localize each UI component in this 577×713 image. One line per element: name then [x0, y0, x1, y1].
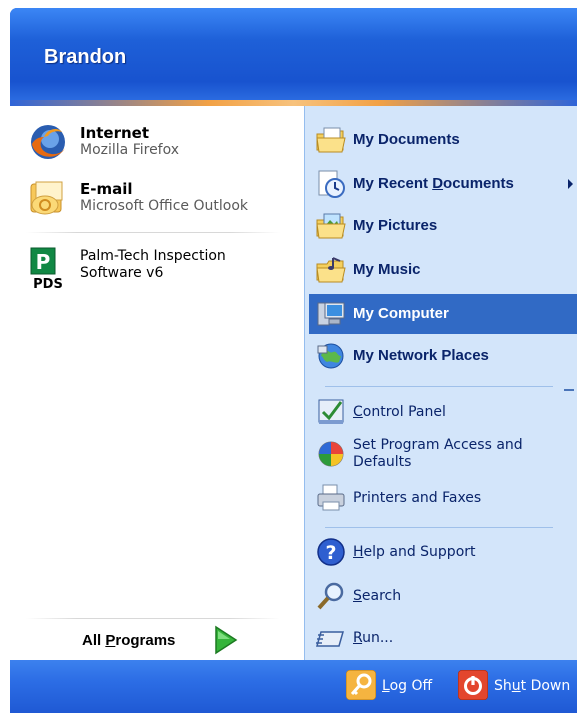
- place-my-pictures[interactable]: My Pictures: [309, 206, 577, 246]
- outlook-icon: [30, 181, 63, 215]
- pinned-item-email[interactable]: E-mail Microsoft Office Outlook: [20, 174, 300, 224]
- submenu-arrow-icon: [568, 179, 573, 189]
- green-arrow-icon: [215, 625, 238, 655]
- place-my-music[interactable]: My Music: [309, 250, 577, 290]
- setting-label: Printers and Faxes: [353, 490, 482, 506]
- power-icon: [458, 670, 488, 700]
- key-icon: [346, 670, 376, 700]
- recent-documents-icon: [318, 170, 345, 198]
- my-pictures-icon: [316, 213, 346, 239]
- pinned-subtitle: Mozilla Firefox: [80, 142, 180, 158]
- setting-label: Set Program Access and Defaults: [353, 437, 523, 470]
- my-music-icon: [316, 257, 346, 283]
- setting-program-access[interactable]: Set Program Access and Defaults: [309, 434, 577, 474]
- place-label: My Computer: [353, 305, 449, 322]
- place-my-recent-documents[interactable]: My Recent Documents: [309, 164, 577, 204]
- places-pane: My Documents My Recent Documents My Pict…: [304, 106, 577, 660]
- control-panel-icon: [318, 399, 344, 424]
- pane-edge-mark: [564, 389, 574, 391]
- place-label: My Music: [353, 261, 421, 278]
- run-label: Run...: [353, 630, 394, 646]
- pinned-separator: [26, 232, 280, 233]
- start-menu-header: Brandon: [10, 8, 577, 100]
- help-icon: ?: [317, 538, 345, 566]
- palmtech-icon-text: PDS: [33, 277, 63, 290]
- setting-control-panel[interactable]: Control Panel: [309, 392, 577, 432]
- pinned-subtitle: Microsoft Office Outlook: [80, 198, 248, 214]
- start-menu: Brandon Internet Mozilla Firefox E-mail …: [10, 8, 577, 713]
- printer-icon: [317, 484, 345, 511]
- programs-pane: Internet Mozilla Firefox E-mail Microsof…: [10, 106, 304, 660]
- user-name: Brandon: [44, 46, 127, 68]
- place-label: My Network Places: [353, 347, 489, 364]
- search[interactable]: Search: [309, 576, 577, 616]
- recent-line1: Palm-Tech Inspection: [80, 248, 226, 264]
- pinned-title: E-mail: [80, 180, 133, 198]
- all-programs-label: All Programs: [82, 632, 176, 649]
- palmtech-icon: P PDS: [28, 246, 68, 292]
- place-label: My Pictures: [353, 217, 438, 234]
- place-my-documents[interactable]: My Documents: [309, 120, 577, 160]
- network-places-icon: [317, 343, 344, 369]
- svg-text:P: P: [36, 250, 51, 274]
- my-computer-icon: [317, 302, 345, 326]
- log-off-label: Log Off: [382, 678, 433, 694]
- svg-text:?: ?: [325, 542, 336, 564]
- program-access-icon: [318, 441, 344, 467]
- firefox-icon: [31, 125, 65, 159]
- recent-line2: Software v6: [80, 265, 164, 281]
- run-icon: [316, 631, 344, 647]
- setting-label: Control Panel: [353, 404, 446, 420]
- search-icon: [317, 582, 344, 610]
- pinned-item-internet[interactable]: Internet Mozilla Firefox: [20, 118, 300, 168]
- settings-separator: [325, 527, 553, 528]
- search-label: Search: [353, 588, 402, 604]
- all-programs-separator: [26, 618, 280, 619]
- place-my-computer[interactable]: My Computer: [309, 294, 577, 334]
- places-separator: [325, 386, 553, 387]
- place-my-network-places[interactable]: My Network Places: [309, 336, 577, 376]
- help-and-support[interactable]: ? Help and Support: [309, 532, 577, 572]
- all-programs-button[interactable]: All Programs: [80, 625, 280, 655]
- start-menu-footer: Log Off Shut Down: [10, 660, 577, 713]
- run[interactable]: Run...: [309, 618, 577, 658]
- help-label: Help and Support: [353, 544, 476, 560]
- pinned-title: Internet: [80, 124, 150, 142]
- shut-down-label: Shut Down: [494, 678, 571, 694]
- my-documents-icon: [316, 127, 346, 153]
- setting-printers-faxes[interactable]: Printers and Faxes: [309, 478, 577, 518]
- place-label: My Documents: [353, 131, 460, 148]
- recent-item-palmtech[interactable]: P PDS Palm-Tech Inspection Software v6: [20, 242, 300, 292]
- place-label: My Recent Documents: [353, 175, 514, 192]
